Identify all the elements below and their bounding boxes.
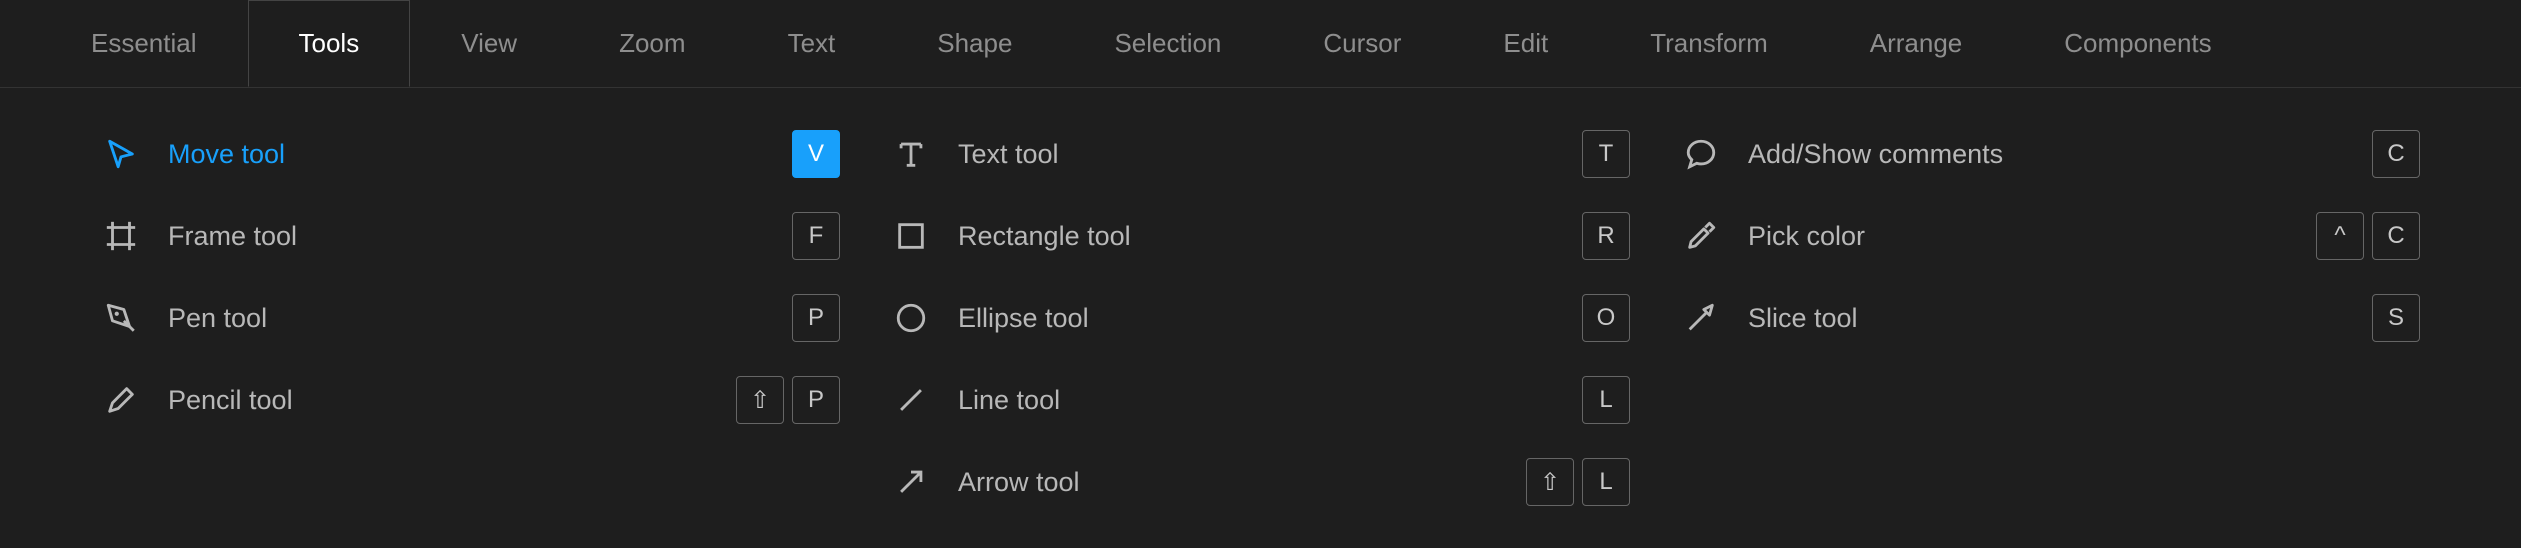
tab-text[interactable]: Text xyxy=(737,0,887,87)
shortcut-row[interactable]: Frame toolF xyxy=(100,200,840,272)
shortcut-label: Line tool xyxy=(958,385,1582,416)
key-badge: ^ xyxy=(2316,212,2364,260)
shortcut-keys: P xyxy=(792,294,840,342)
shortcut-label: Pencil tool xyxy=(168,385,736,416)
shortcut-keys: O xyxy=(1582,294,1630,342)
key-badge: R xyxy=(1582,212,1630,260)
tab-selection[interactable]: Selection xyxy=(1063,0,1272,87)
tab-zoom[interactable]: Zoom xyxy=(568,0,736,87)
shortcut-label: Frame tool xyxy=(168,221,792,252)
shortcut-label: Text tool xyxy=(958,139,1582,170)
key-badge: F xyxy=(792,212,840,260)
key-badge: C xyxy=(2372,212,2420,260)
slice-icon xyxy=(1680,297,1722,339)
shortcut-row[interactable]: Pencil tool⇧P xyxy=(100,364,840,436)
shortcut-keys: V xyxy=(792,130,840,178)
shortcut-label: Add/Show comments xyxy=(1748,139,2372,170)
key-badge: L xyxy=(1582,376,1630,424)
key-badge: T xyxy=(1582,130,1630,178)
shortcut-row[interactable]: Add/Show commentsC xyxy=(1680,118,2420,190)
arrow-icon xyxy=(890,461,932,503)
rectangle-icon xyxy=(890,215,932,257)
frame-icon xyxy=(100,215,142,257)
line-icon xyxy=(890,379,932,421)
shortcut-row[interactable]: Slice toolS xyxy=(1680,282,2420,354)
shortcut-label: Pen tool xyxy=(168,303,792,334)
shortcut-row[interactable]: Arrow tool⇧L xyxy=(890,446,1630,518)
comment-icon xyxy=(1680,133,1722,175)
shortcut-keys: ⇧L xyxy=(1526,458,1630,506)
shortcut-row[interactable]: Line toolL xyxy=(890,364,1630,436)
shortcut-row[interactable]: Rectangle toolR xyxy=(890,200,1630,272)
shortcut-label: Ellipse tool xyxy=(958,303,1582,334)
tab-essential[interactable]: Essential xyxy=(40,0,248,87)
shortcut-column: Text toolT Rectangle toolR Ellipse toolO Li… xyxy=(890,118,1630,518)
tab-view[interactable]: View xyxy=(410,0,568,87)
key-badge: S xyxy=(2372,294,2420,342)
key-badge: V xyxy=(792,130,840,178)
shortcut-column: Move toolVFrame toolFPen toolPPencil too… xyxy=(100,118,840,518)
shortcut-keys: ⇧P xyxy=(736,376,840,424)
shortcut-label: Arrow tool xyxy=(958,467,1526,498)
shortcut-keys: F xyxy=(792,212,840,260)
key-badge: L xyxy=(1582,458,1630,506)
shortcut-keys: S xyxy=(2372,294,2420,342)
tab-cursor[interactable]: Cursor xyxy=(1272,0,1452,87)
key-badge: ⇧ xyxy=(736,376,784,424)
shortcut-panel: Move toolVFrame toolFPen toolPPencil too… xyxy=(0,88,2521,548)
tab-components[interactable]: Components xyxy=(2013,0,2262,87)
key-badge: C xyxy=(2372,130,2420,178)
text-icon xyxy=(890,133,932,175)
tab-transform[interactable]: Transform xyxy=(1599,0,1819,87)
key-badge: O xyxy=(1582,294,1630,342)
shortcut-keys: ^C xyxy=(2316,212,2420,260)
pencil-icon xyxy=(100,379,142,421)
shortcut-column: Add/Show commentsCPick color^CSlice tool… xyxy=(1680,118,2420,518)
shortcut-tabs: EssentialToolsViewZoomTextShapeSelection… xyxy=(0,0,2521,88)
key-badge: P xyxy=(792,294,840,342)
shortcut-row[interactable]: Move toolV xyxy=(100,118,840,190)
key-badge: P xyxy=(792,376,840,424)
tab-edit[interactable]: Edit xyxy=(1452,0,1599,87)
eyedropper-icon xyxy=(1680,215,1722,257)
shortcut-row[interactable]: Pen toolP xyxy=(100,282,840,354)
key-badge: ⇧ xyxy=(1526,458,1574,506)
shortcut-row[interactable]: Pick color^C xyxy=(1680,200,2420,272)
shortcut-keys: C xyxy=(2372,130,2420,178)
shortcut-keys: R xyxy=(1582,212,1630,260)
shortcut-row[interactable]: Text toolT xyxy=(890,118,1630,190)
tab-arrange[interactable]: Arrange xyxy=(1819,0,2014,87)
shortcut-keys: T xyxy=(1582,130,1630,178)
pen-icon xyxy=(100,297,142,339)
shortcut-label: Pick color xyxy=(1748,221,2316,252)
tab-shape[interactable]: Shape xyxy=(886,0,1063,87)
move-icon xyxy=(100,133,142,175)
shortcut-keys: L xyxy=(1582,376,1630,424)
shortcut-label: Move tool xyxy=(168,139,792,170)
tab-tools[interactable]: Tools xyxy=(248,0,411,87)
shortcut-label: Rectangle tool xyxy=(958,221,1582,252)
ellipse-icon xyxy=(890,297,932,339)
shortcut-row[interactable]: Ellipse toolO xyxy=(890,282,1630,354)
shortcut-label: Slice tool xyxy=(1748,303,2372,334)
